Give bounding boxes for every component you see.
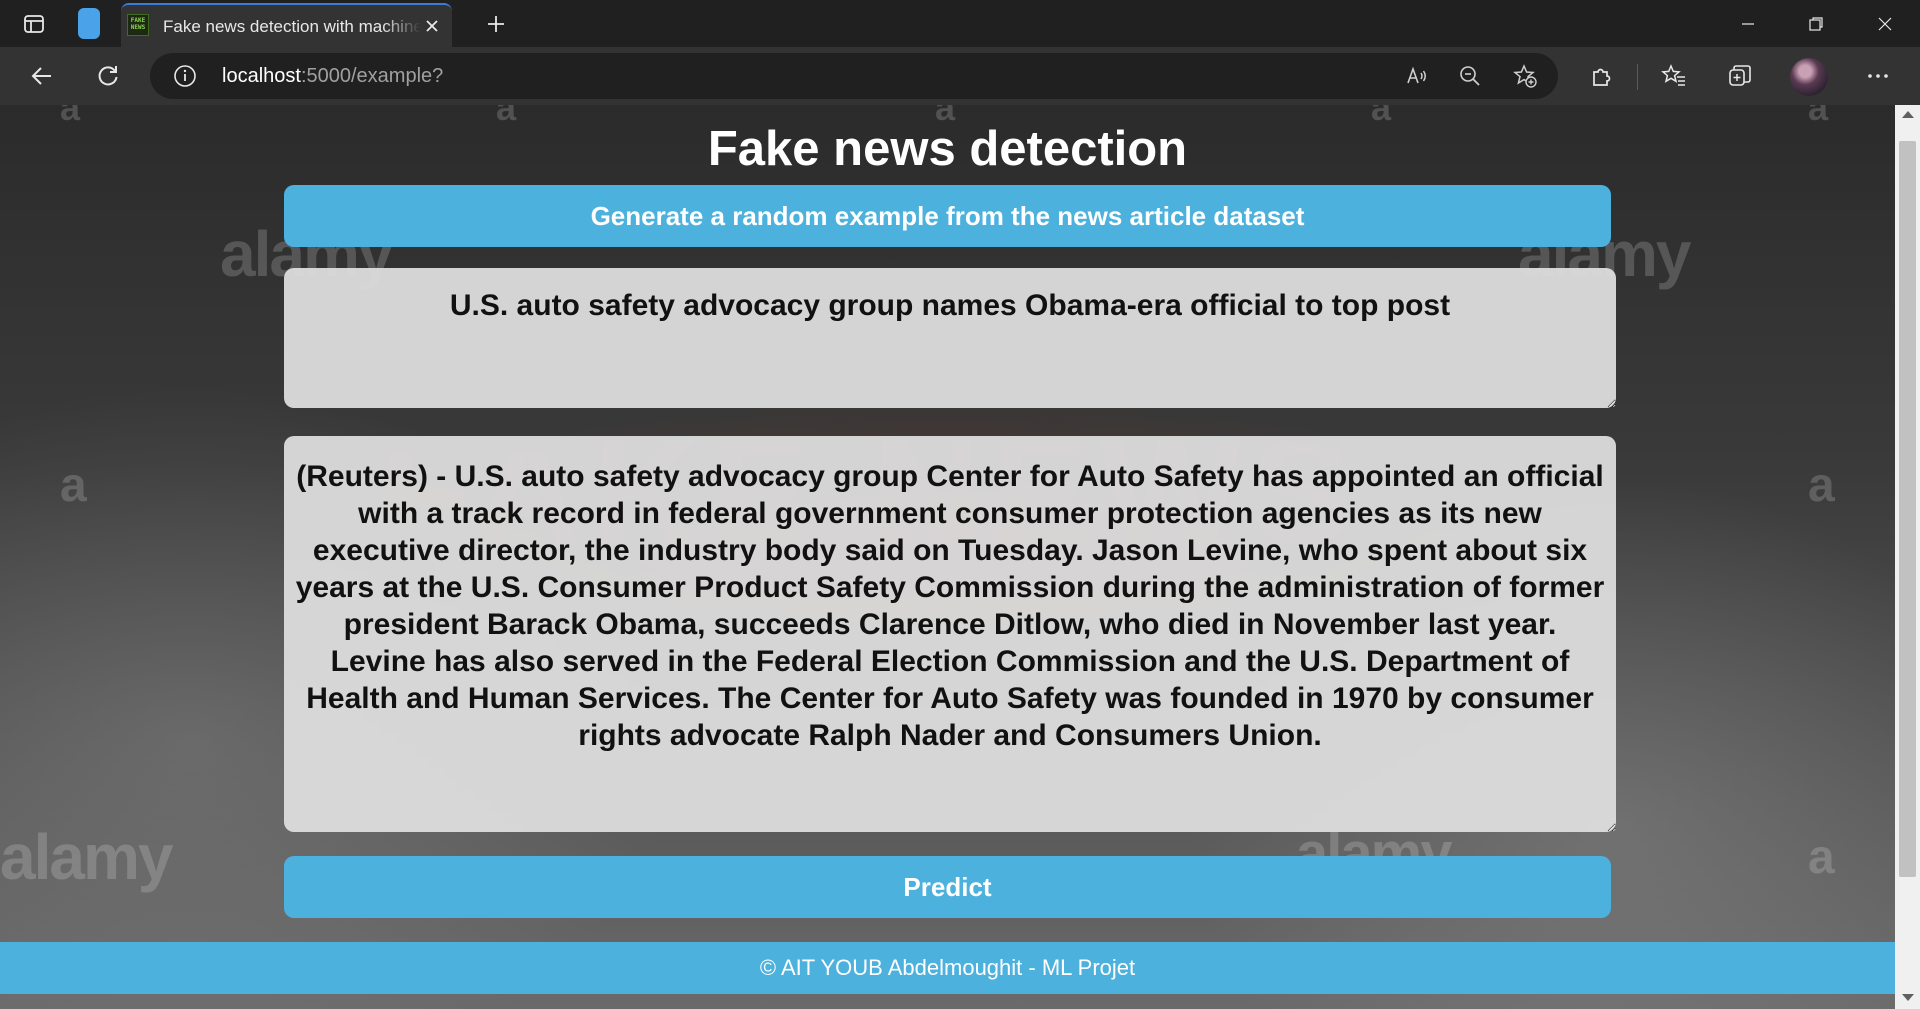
page-title: Fake news detection (707, 122, 1188, 176)
site-info-icon[interactable] (172, 63, 198, 89)
browser-tab-active[interactable]: FAKE NEWS Fake news detection with machi… (121, 3, 452, 47)
browser-toolbar: localhost:5000/example? (0, 47, 1920, 105)
close-tab-icon[interactable] (420, 14, 444, 38)
news-title-field[interactable]: U.S. auto safety advocacy group names Ob… (284, 268, 1616, 408)
scroll-thumb[interactable] (1899, 141, 1916, 877)
favicon-icon: FAKE NEWS (127, 14, 149, 36)
generate-example-button[interactable]: Generate a random example from the news … (284, 185, 1611, 247)
close-window-icon[interactable] (1852, 0, 1918, 47)
background-watermark: alamy (0, 821, 173, 893)
back-icon[interactable] (24, 58, 60, 94)
profile-avatar[interactable] (1790, 58, 1828, 96)
page-viewport: FAKE NEWS alamy alamy alamy alamy a a a … (0, 105, 1895, 1009)
restore-icon[interactable] (1783, 0, 1849, 47)
url-host: localhost (222, 65, 301, 87)
add-favorite-icon[interactable] (1510, 61, 1540, 91)
predict-button[interactable]: Predict (284, 856, 1611, 918)
scroll-down-icon[interactable] (1902, 994, 1914, 1001)
background-watermark: a (1808, 459, 1835, 512)
tab-actions-icon[interactable] (20, 10, 48, 38)
background-watermark: a (1808, 831, 1835, 884)
read-aloud-icon[interactable] (1402, 61, 1432, 91)
tab-strip: FAKE NEWS Fake news detection with machi… (0, 0, 1920, 47)
more-options-icon[interactable] (1860, 58, 1896, 94)
workspaces-icon[interactable] (78, 8, 100, 39)
background-watermark: a (60, 459, 87, 512)
minimize-icon[interactable] (1715, 0, 1781, 47)
page-footer: © AIT YOUB Abdelmoughit - ML Projet (0, 942, 1895, 994)
zoom-out-icon[interactable] (1455, 61, 1485, 91)
refresh-icon[interactable] (90, 58, 126, 94)
toolbar-divider (1637, 64, 1638, 90)
url-text[interactable]: localhost:5000/example? (222, 65, 443, 88)
tab-title: Fake news detection with machine learnin… (163, 17, 421, 36)
favorites-icon[interactable] (1656, 58, 1692, 94)
extensions-icon[interactable] (1584, 58, 1620, 94)
address-bar[interactable]: localhost:5000/example? (150, 53, 1558, 99)
page-scrollbar[interactable] (1895, 105, 1920, 1009)
collections-icon[interactable] (1722, 58, 1758, 94)
url-path: :5000/example? (300, 65, 444, 87)
new-tab-icon[interactable] (481, 9, 511, 39)
news-text-field[interactable]: (Reuters) - U.S. auto safety advocacy gr… (284, 436, 1616, 832)
scroll-up-icon[interactable] (1902, 111, 1914, 118)
